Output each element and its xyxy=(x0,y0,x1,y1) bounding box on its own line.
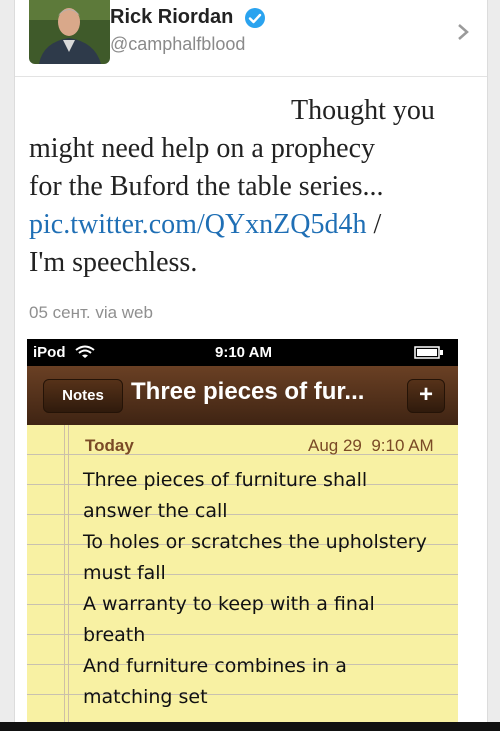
paper-margin-line xyxy=(64,425,65,731)
bottom-edge-bar xyxy=(0,722,500,731)
note-line: matching set xyxy=(83,686,208,708)
note-date-day: Aug 29 xyxy=(308,436,362,455)
note-line: To holes or scratches the upholstery xyxy=(83,531,427,553)
author-handle[interactable]: @camphalfblood xyxy=(110,34,245,55)
note-line: answer the call xyxy=(83,500,228,522)
tweet-link-line: pic.twitter.com/QYxnZQ5d4h / xyxy=(29,206,481,244)
paper-margin-line xyxy=(68,425,69,731)
tweet-link-suffix: / xyxy=(366,209,382,240)
notes-nav-bar: Notes Three pieces of fur... + xyxy=(27,366,458,425)
tweet-meta: 05 сент. via web xyxy=(29,303,153,322)
ios-status-bar: iPod 9:10 AM xyxy=(27,339,458,366)
battery-icon xyxy=(414,346,444,363)
attached-photo[interactable]: iPod 9:10 AM Notes Three pieces of fur..… xyxy=(27,339,458,731)
tweet-line: I'm speechless. xyxy=(29,247,198,278)
tweet-line: for the Buford the table series... xyxy=(29,171,384,202)
note-line: must fall xyxy=(83,562,166,584)
tweet-line: Thought you xyxy=(291,95,435,126)
note-heading: Today xyxy=(85,436,134,455)
note-date: Aug 29 9:10 AM xyxy=(308,436,434,456)
chevron-right-icon[interactable] xyxy=(455,22,471,47)
note-line: breath xyxy=(83,624,146,646)
tweet-pic-link[interactable]: pic.twitter.com/QYxnZQ5d4h xyxy=(29,209,367,240)
add-note-button[interactable]: + xyxy=(407,379,445,413)
note-line: And furniture combines in a xyxy=(83,655,347,677)
carrier-label: iPod xyxy=(33,344,66,361)
tweet-text: Thought you might need help on a prophec… xyxy=(29,92,481,282)
wifi-icon xyxy=(75,345,95,363)
note-title: Three pieces of fur... xyxy=(131,378,365,405)
tweet-header[interactable]: Rick Riordan @camphalfblood xyxy=(15,0,487,77)
note-line: Three pieces of furniture shall xyxy=(83,469,368,491)
note-body: Three pieces of furniture shall answer t… xyxy=(83,465,427,713)
avatar[interactable] xyxy=(29,0,110,64)
notes-back-button[interactable]: Notes xyxy=(43,379,123,413)
note-line: A warranty to keep with a final xyxy=(83,593,375,615)
author-name[interactable]: Rick Riordan xyxy=(110,6,233,29)
note-date-time: 9:10 AM xyxy=(371,436,434,455)
status-time: 9:10 AM xyxy=(215,344,272,361)
tweet-line: might need help on a prophecy xyxy=(29,133,376,164)
verified-badge-icon xyxy=(244,7,266,34)
